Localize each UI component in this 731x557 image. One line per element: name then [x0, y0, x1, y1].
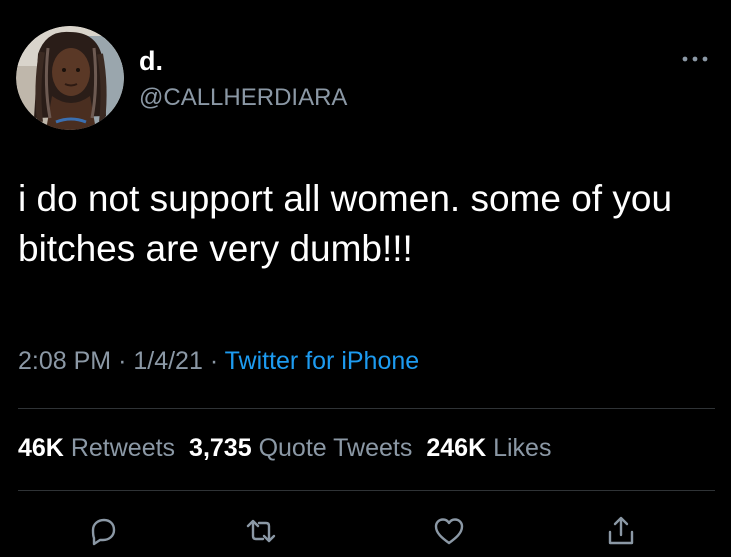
- retweets-label: Retweets: [70, 434, 176, 462]
- share-icon[interactable]: [604, 514, 638, 548]
- tweet-source-link[interactable]: Twitter for iPhone: [225, 347, 420, 375]
- reply-icon[interactable]: [86, 514, 120, 548]
- quote-tweets-label: Quote Tweets: [258, 434, 413, 462]
- retweets-stat[interactable]: 46K Retweets: [18, 434, 175, 462]
- likes-stat[interactable]: 246K Likes: [426, 434, 551, 462]
- tweet-text: i do not support all women. some of you …: [18, 178, 673, 269]
- avatar[interactable]: [16, 26, 124, 130]
- quote-tweets-stat[interactable]: 3,735 Quote Tweets: [189, 434, 412, 462]
- heart-icon[interactable]: [432, 514, 466, 548]
- likes-label: Likes: [493, 434, 552, 462]
- likes-count: 246K: [426, 434, 487, 462]
- meta-separator: ·: [209, 347, 219, 375]
- tweet-meta: 2:08 PM · 1/4/21 · Twitter for iPhone: [18, 346, 419, 376]
- profile-photo: [16, 26, 124, 130]
- ellipsis-icon[interactable]: [681, 52, 709, 64]
- quote-tweets-count: 3,735: [189, 434, 252, 462]
- meta-separator: ·: [118, 347, 127, 375]
- divider: [18, 490, 715, 491]
- divider: [18, 408, 715, 409]
- display-name[interactable]: d.: [139, 48, 163, 75]
- tweet-date: 1/4/21: [133, 347, 203, 375]
- retweets-count: 46K: [18, 434, 64, 462]
- tweet-time: 2:08 PM: [18, 347, 112, 375]
- tweet-stats: 46K Retweets 3,735 Quote Tweets 246K Likes: [18, 433, 551, 463]
- retweet-icon[interactable]: [244, 514, 278, 548]
- user-handle[interactable]: @CALLHERDIARA: [139, 86, 347, 110]
